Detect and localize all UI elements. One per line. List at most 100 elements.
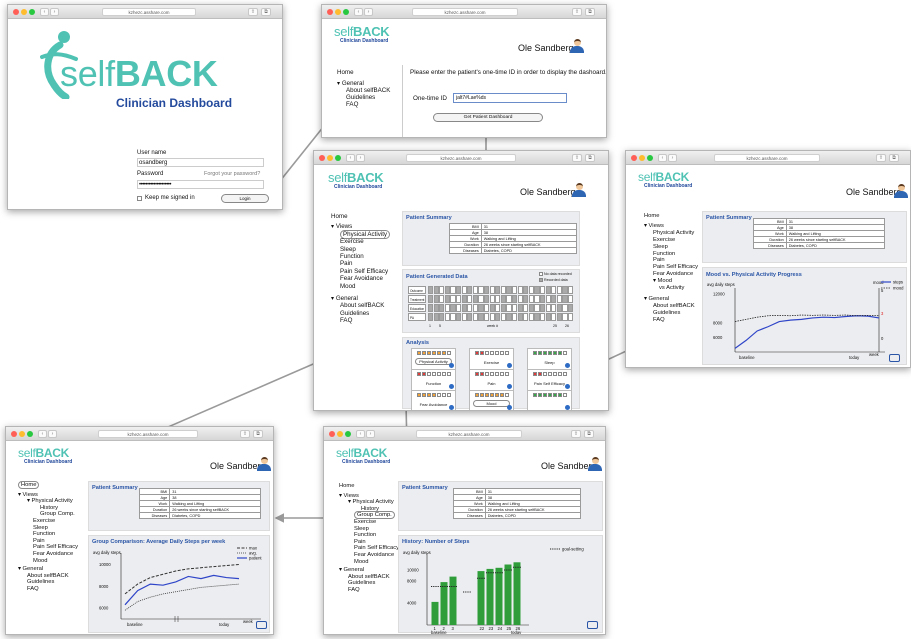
nav-about[interactable]: About selfBACK (18, 573, 78, 580)
nav-function[interactable]: Function (18, 531, 78, 538)
get-patient-dashboard-button[interactable]: Get Patient Dashboard (433, 113, 543, 122)
analysis-tile[interactable]: Pain (469, 369, 514, 391)
tabs-icon[interactable]: ⧉ (585, 8, 595, 16)
nav-exercise[interactable]: Exercise (339, 519, 399, 526)
address-bar[interactable]: kzhezc.asshare.com (102, 8, 196, 16)
zoom-window-icon[interactable] (647, 155, 653, 161)
help-icon[interactable] (507, 363, 512, 368)
analysis-tile[interactable] (527, 390, 572, 410)
nav-mood[interactable]: Mood (339, 559, 399, 566)
nav-exercise[interactable]: Exercise (18, 518, 78, 525)
close-window-icon[interactable] (13, 9, 19, 15)
onetime-id-field[interactable]: jalt7#Lae%ds (453, 93, 567, 103)
address-bar[interactable]: kzhezc.asshare.com (714, 154, 820, 162)
username-field[interactable]: osandberg (137, 158, 264, 167)
print-icon[interactable] (256, 621, 267, 629)
nav-pain-self-efficacy[interactable]: Pain Self Efficacy (331, 268, 390, 275)
nav-mood[interactable]: ▾ Mood (644, 278, 698, 285)
minimize-window-icon[interactable] (19, 431, 25, 437)
nav-home[interactable]: Home (18, 481, 40, 489)
nav-about[interactable]: About selfBACK (331, 302, 390, 309)
nav-fear-avoidance[interactable]: Fear Avoidance (18, 551, 78, 558)
print-icon[interactable] (889, 354, 900, 362)
close-window-icon[interactable] (327, 9, 333, 15)
close-window-icon[interactable] (329, 431, 335, 437)
keep-signed-in-checkbox[interactable] (137, 196, 142, 201)
forward-icon[interactable]: › (50, 8, 59, 16)
zoom-window-icon[interactable] (345, 431, 351, 437)
nav-physical-activity[interactable]: ▾ Physical Activity (339, 499, 399, 506)
nav-about[interactable]: About selfBACK (339, 574, 399, 581)
analysis-tile[interactable]: Exercise (469, 348, 514, 370)
nav-guidelines[interactable]: Guidelines (644, 310, 698, 317)
back-icon[interactable]: ‹ (356, 430, 365, 438)
address-bar[interactable]: kzhezc.asshare.com (406, 154, 516, 162)
tabs-icon[interactable]: ⧉ (584, 430, 594, 438)
nav-faq[interactable]: FAQ (337, 101, 390, 108)
zoom-window-icon[interactable] (27, 431, 33, 437)
analysis-tile[interactable]: Physical Activity (411, 348, 456, 370)
nav-pain-self-efficacy[interactable]: Pain Self Efficacy (339, 545, 399, 552)
nav-sleep[interactable]: Sleep (339, 526, 399, 533)
back-icon[interactable]: ‹ (40, 8, 49, 16)
nav-function[interactable]: Function (331, 253, 390, 260)
forward-icon[interactable]: › (48, 430, 57, 438)
tabs-icon[interactable]: ⧉ (585, 154, 595, 162)
tabs-icon[interactable]: ⧉ (261, 8, 271, 16)
nav-function[interactable]: Function (339, 532, 399, 539)
nav-home[interactable]: Home (339, 483, 399, 490)
analysis-tile[interactable]: Pain Self Efficacy (527, 369, 572, 391)
minimize-window-icon[interactable] (639, 155, 645, 161)
zoom-window-icon[interactable] (29, 9, 35, 15)
analysis-tile[interactable]: Sleep (527, 348, 572, 370)
nav-fear-avoidance[interactable]: Fear Avoidance (331, 275, 390, 282)
nav-pain-self-efficacy[interactable]: Pain Self Efficacy (644, 264, 698, 271)
nav-physical-activity[interactable]: ▾ Physical Activity (18, 498, 78, 505)
print-icon[interactable] (587, 621, 598, 629)
zoom-window-icon[interactable] (335, 155, 341, 161)
help-icon[interactable] (565, 384, 570, 389)
nav-faq[interactable]: FAQ (339, 587, 399, 594)
nav-guidelines[interactable]: Guidelines (18, 579, 78, 586)
nav-general[interactable]: ▾ General (337, 80, 390, 87)
analysis-tile[interactable]: Mood (469, 390, 514, 410)
help-icon[interactable] (565, 363, 570, 368)
nav-guidelines[interactable]: Guidelines (337, 94, 390, 101)
minimize-window-icon[interactable] (21, 9, 27, 15)
nav-pain[interactable]: Pain (331, 260, 390, 267)
forgot-password-link[interactable]: Forgot your password? (204, 171, 260, 177)
share-icon[interactable]: ⇧ (248, 8, 258, 16)
nav-mood[interactable]: Mood (331, 283, 390, 290)
forward-icon[interactable]: › (356, 154, 365, 162)
nav-views[interactable]: ▾ Views (18, 492, 78, 499)
forward-icon[interactable]: › (668, 154, 677, 162)
back-icon[interactable]: ‹ (658, 154, 667, 162)
nav-general[interactable]: ▾ General (644, 296, 698, 303)
nav-sleep[interactable]: Sleep (18, 525, 78, 532)
nav-home[interactable]: Home (644, 213, 698, 220)
minimize-window-icon[interactable] (327, 155, 333, 161)
nav-views[interactable]: ▾ Views (644, 223, 698, 230)
forward-icon[interactable]: › (366, 430, 375, 438)
nav-exercise[interactable]: Exercise (331, 238, 390, 245)
share-icon[interactable]: ⇧ (571, 430, 581, 438)
nav-home[interactable]: Home (331, 213, 390, 220)
nav-vs-activity[interactable]: vs Activity (644, 285, 698, 292)
nav-pain[interactable]: Pain (644, 257, 698, 264)
nav-history[interactable]: History (18, 505, 78, 512)
nav-fear-avoidance[interactable]: Fear Avoidance (644, 271, 698, 278)
share-icon[interactable]: ⇧ (572, 154, 582, 162)
back-icon[interactable]: ‹ (346, 154, 355, 162)
nav-pain[interactable]: Pain (18, 538, 78, 545)
analysis-tile[interactable]: Function (411, 369, 456, 391)
help-icon[interactable] (449, 405, 454, 410)
nav-pain-self-efficacy[interactable]: Pain Self Efficacy (18, 544, 78, 551)
nav-sleep[interactable]: Sleep (644, 244, 698, 251)
close-window-icon[interactable] (11, 431, 17, 437)
password-field[interactable]: •••••••••••••••••••• (137, 180, 264, 189)
share-icon[interactable]: ⇧ (572, 8, 582, 16)
nav-faq[interactable]: FAQ (331, 317, 390, 324)
analysis-tile[interactable]: Fear Avoidance (411, 390, 456, 410)
nav-guidelines[interactable]: Guidelines (339, 580, 399, 587)
nav-general[interactable]: ▾ General (339, 567, 399, 574)
